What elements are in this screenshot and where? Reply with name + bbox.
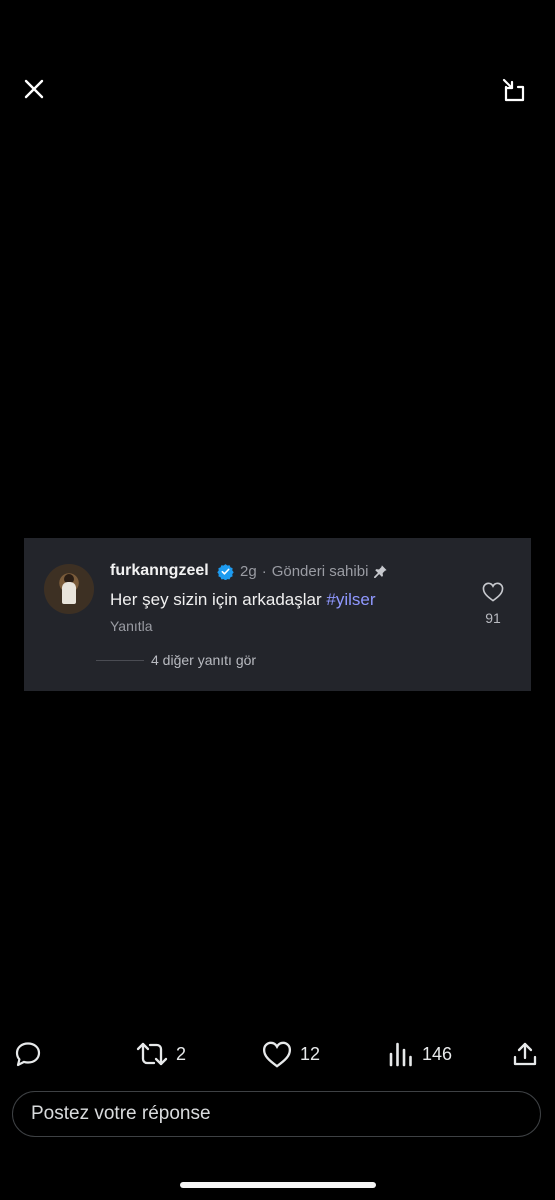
replies-divider-line — [96, 660, 144, 661]
heart-icon — [262, 1041, 292, 1068]
reply-link[interactable]: Yanıtla — [110, 618, 153, 634]
embedded-comment-card: furkanngzeel 2g · Gönderi sahibi Her şey… — [24, 538, 531, 691]
picture-in-picture-restore-icon — [502, 78, 525, 102]
repost-count: 2 — [176, 1043, 187, 1064]
close-icon — [24, 79, 44, 99]
avatar[interactable] — [44, 564, 94, 614]
close-button[interactable] — [18, 73, 50, 105]
like-button[interactable]: 12 — [262, 1039, 320, 1069]
view-more-replies-link[interactable]: 4 diğer yanıtı gör — [151, 652, 256, 668]
meta-separator: · — [261, 563, 267, 580]
reply-bubble-icon — [15, 1042, 41, 1067]
views-count: 146 — [422, 1043, 453, 1064]
comment-like-button[interactable] — [482, 582, 504, 602]
heart-outline-icon — [482, 582, 504, 602]
views-bar-chart-icon — [389, 1042, 412, 1067]
pin-icon — [374, 565, 388, 578]
share-upload-icon — [513, 1042, 537, 1066]
comment-text: Her şey sizin için arkadaşlar #yilser — [110, 590, 375, 610]
comment-like-count: 91 — [485, 610, 501, 626]
like-count: 12 — [300, 1043, 321, 1064]
comment-time: 2g — [240, 563, 257, 580]
reply-button[interactable] — [14, 1039, 42, 1069]
home-indicator[interactable] — [180, 1182, 376, 1188]
comment-username[interactable]: furkanngzeel — [110, 562, 209, 580]
repost-icon — [136, 1042, 168, 1066]
comment-meta: 2g · Gönderi sahibi — [240, 563, 388, 580]
reply-input-container[interactable] — [12, 1091, 541, 1137]
owner-label: Gönderi sahibi — [271, 563, 369, 580]
views-button[interactable]: 146 — [388, 1039, 452, 1069]
verified-badge-icon — [217, 563, 234, 580]
repost-button[interactable]: 2 — [136, 1039, 186, 1069]
share-button[interactable] — [512, 1039, 538, 1069]
comment-body: Her şey sizin için arkadaşlar — [110, 590, 327, 609]
reply-input[interactable] — [29, 1102, 540, 1126]
restore-media-button[interactable] — [496, 73, 530, 107]
hashtag-link[interactable]: #yilser — [326, 590, 375, 609]
